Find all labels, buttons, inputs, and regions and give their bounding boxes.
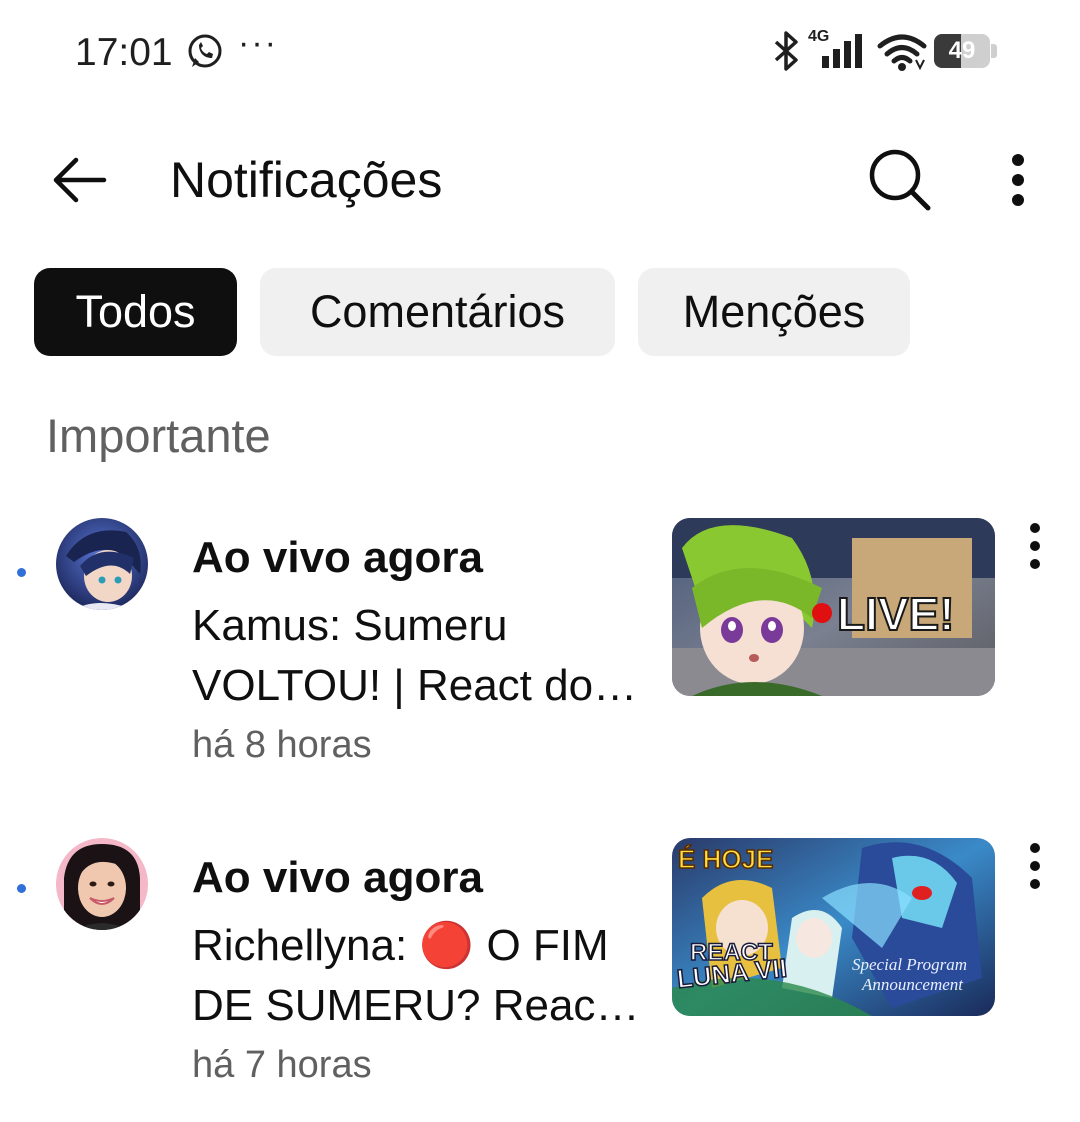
thumbnail-live-text: LIVE! (837, 588, 955, 640)
notification-heading: Ao vivo agora (192, 853, 483, 902)
channel-avatar[interactable] (56, 838, 148, 930)
notification-body: Kamus: Sumeru VOLTOU! | React do Luna VI… (192, 601, 594, 710)
notification-heading: Ao vivo agora (192, 533, 483, 582)
notification-time: há 7 horas (192, 1044, 372, 1086)
video-thumbnail[interactable]: LIVE! (672, 518, 995, 696)
channel-avatar[interactable] (56, 518, 148, 610)
notifications-screen: 17:01 ··· 4G 49 Notificações Todos Comen… (0, 0, 1080, 1122)
unread-dot (17, 568, 26, 577)
item-more-icon[interactable] (1018, 518, 1052, 574)
notification-item[interactable]: Ao vivo agora Richellyna: 🔴 O FIM DE SUM… (0, 0, 1080, 1086)
notification-time: há 8 horas (192, 724, 372, 766)
section-title: Importante (46, 409, 271, 462)
chip-comentarios[interactable]: Comentários (260, 268, 615, 356)
video-thumbnail[interactable]: É HOJE REACT LUNA VII Special Program An… (672, 838, 995, 1016)
notification-body: Richellyna: 🔴 O FIM DE SUMERU? React Lun… (192, 921, 609, 1030)
thumbnail-e-hoje-text: É HOJE (678, 844, 773, 874)
chip-mencoes[interactable]: Menções (638, 268, 910, 356)
chip-todos[interactable]: Todos (34, 268, 237, 356)
thumbnail-special-text: Special Program (852, 955, 967, 974)
item-more-icon[interactable] (1018, 838, 1052, 894)
unread-dot (17, 884, 26, 893)
thumbnail-announcement-text: Announcement (861, 975, 964, 994)
